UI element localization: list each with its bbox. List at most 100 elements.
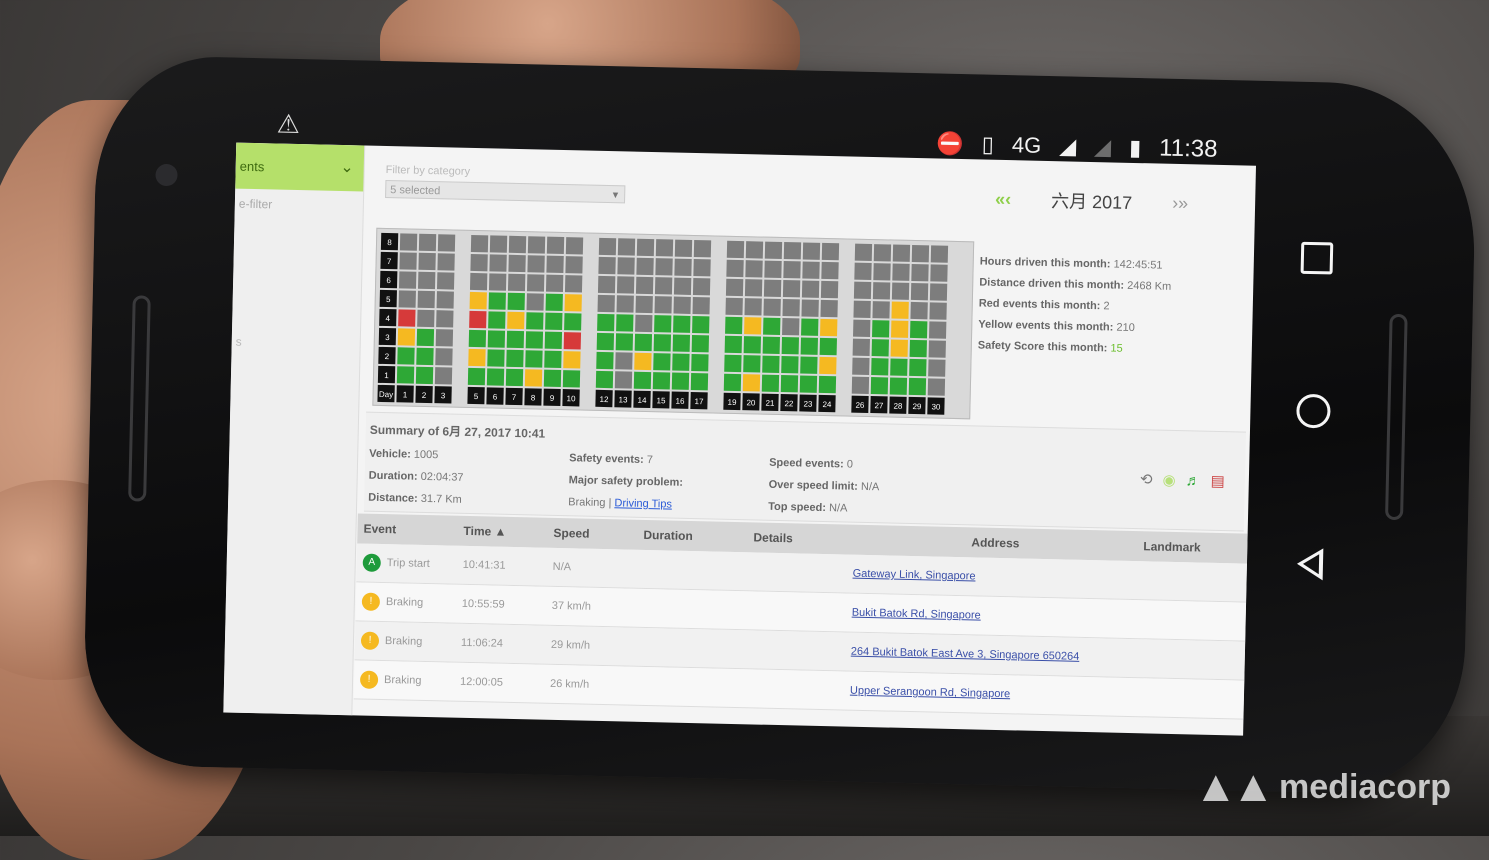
calendar-cell[interactable] <box>782 299 800 317</box>
calendar-cell[interactable] <box>724 335 743 354</box>
calendar-cell[interactable] <box>545 312 563 331</box>
calendar-cell[interactable] <box>726 240 745 259</box>
calendar-cell[interactable] <box>525 350 543 368</box>
calendar-cell[interactable] <box>852 338 870 357</box>
calendar-cell[interactable] <box>545 293 563 312</box>
calendar-cell[interactable] <box>616 314 634 332</box>
calendar-cell[interactable] <box>910 320 928 339</box>
calendar-cell[interactable] <box>871 339 889 357</box>
calendar-cell[interactable] <box>396 366 415 384</box>
calendar-cell[interactable] <box>802 242 821 260</box>
calendar-cell[interactable] <box>890 358 908 376</box>
calendar-cell[interactable] <box>598 256 616 275</box>
calendar-cell[interactable] <box>417 309 435 328</box>
calendar-cell[interactable] <box>820 280 839 299</box>
calendar-cell[interactable] <box>929 302 947 320</box>
calendar-cell[interactable] <box>469 291 487 310</box>
calendar-cell[interactable] <box>743 336 762 354</box>
prev-month-button[interactable]: «‹ <box>995 188 1011 209</box>
calendar-cell[interactable] <box>870 377 889 395</box>
calendar-cell[interactable] <box>674 258 692 276</box>
calendar-cell[interactable] <box>928 359 946 377</box>
calendar-cell[interactable] <box>745 241 764 259</box>
calendar-cell[interactable] <box>546 255 564 274</box>
calendar-cell[interactable] <box>418 233 437 252</box>
calendar-cell[interactable] <box>614 371 633 389</box>
calendar-cell[interactable] <box>397 347 415 365</box>
calendar-cell[interactable] <box>653 334 672 352</box>
calendar-cell[interactable] <box>872 320 890 338</box>
calendar-cell[interactable] <box>562 370 581 388</box>
calendar-cell[interactable] <box>763 298 781 316</box>
calendar-cell[interactable] <box>673 315 691 333</box>
calendar-cell[interactable] <box>801 318 819 336</box>
calendar-cell[interactable] <box>783 242 802 260</box>
calendar-cell[interactable] <box>486 368 505 386</box>
calendar-cell[interactable] <box>873 263 891 281</box>
calendar-cell[interactable] <box>930 245 949 263</box>
calendar-cell[interactable] <box>891 320 909 338</box>
calendar-cell[interactable] <box>436 291 454 309</box>
calendar-cell[interactable] <box>617 238 636 256</box>
calendar-cell[interactable] <box>802 261 820 279</box>
calendar-cell[interactable] <box>854 262 872 281</box>
calendar-cell[interactable] <box>892 244 911 262</box>
calendar-cell[interactable] <box>596 332 615 351</box>
pdf-icon[interactable]: ▤ <box>1210 472 1225 490</box>
calendar-cell[interactable] <box>418 252 436 271</box>
calendar-cell[interactable] <box>909 339 927 358</box>
calendar-cell[interactable] <box>852 357 870 376</box>
calendar-cell[interactable] <box>723 373 742 392</box>
calendar-cell[interactable] <box>397 328 416 346</box>
col-landmark[interactable]: Landmark <box>1137 539 1247 555</box>
calendar-cell[interactable] <box>469 272 488 291</box>
calendar-cell[interactable] <box>818 375 837 394</box>
calendar-cell[interactable] <box>910 282 929 301</box>
calendar-cell[interactable] <box>417 290 435 309</box>
calendar-cell[interactable] <box>525 331 544 349</box>
calendar-cell[interactable] <box>801 299 819 317</box>
calendar-cell[interactable] <box>524 369 543 387</box>
calendar-cell[interactable] <box>853 319 871 338</box>
calendar-cell[interactable] <box>505 368 524 387</box>
calendar-cell[interactable] <box>693 259 711 277</box>
calendar-cell[interactable] <box>692 296 710 315</box>
calendar-cell[interactable] <box>928 340 946 358</box>
col-speed[interactable]: Speed <box>547 526 637 542</box>
category-filter-select[interactable]: 5 selected ▾ <box>385 179 626 204</box>
calendar-cell[interactable] <box>820 318 838 337</box>
calendar-cell[interactable] <box>908 377 927 396</box>
calendar-cell[interactable] <box>764 241 783 259</box>
calendar-cell[interactable] <box>543 369 562 388</box>
calendar-cell[interactable] <box>780 375 799 393</box>
calendar-cell[interactable] <box>399 233 418 251</box>
recents-icon[interactable] <box>1300 241 1334 275</box>
calendar-cell[interactable] <box>489 235 508 253</box>
calendar-cell[interactable] <box>564 313 582 331</box>
sidebar-sub-item[interactable]: e-filter <box>239 197 273 212</box>
calendar-cell[interactable] <box>743 355 761 373</box>
calendar-cell[interactable] <box>691 353 709 372</box>
calendar-cell[interactable] <box>527 236 546 254</box>
calendar-cell[interactable] <box>799 375 818 393</box>
calendar-cell[interactable] <box>724 354 742 373</box>
calendar-cell[interactable] <box>654 296 672 314</box>
calendar-cell[interactable] <box>564 294 582 312</box>
calendar-cell[interactable] <box>468 348 486 367</box>
col-event[interactable]: Event <box>357 521 457 537</box>
calendar-cell[interactable] <box>635 276 654 295</box>
calendar-cell[interactable] <box>762 336 780 354</box>
calendar-cell[interactable] <box>597 294 615 313</box>
calendar-cell[interactable] <box>821 242 840 261</box>
calendar-cell[interactable] <box>615 352 633 370</box>
calendar-cell[interactable] <box>416 328 435 347</box>
calendar-cell[interactable] <box>891 301 909 319</box>
calendar-cell[interactable] <box>545 274 564 293</box>
calendar-cell[interactable] <box>398 309 416 327</box>
calendar-cell[interactable] <box>399 252 417 270</box>
calendar-cell[interactable] <box>469 310 487 329</box>
calendar-cell[interactable] <box>725 297 743 316</box>
calendar-cell[interactable] <box>546 236 565 255</box>
calendar-cell[interactable] <box>615 333 634 351</box>
calendar-cell[interactable] <box>763 317 781 335</box>
